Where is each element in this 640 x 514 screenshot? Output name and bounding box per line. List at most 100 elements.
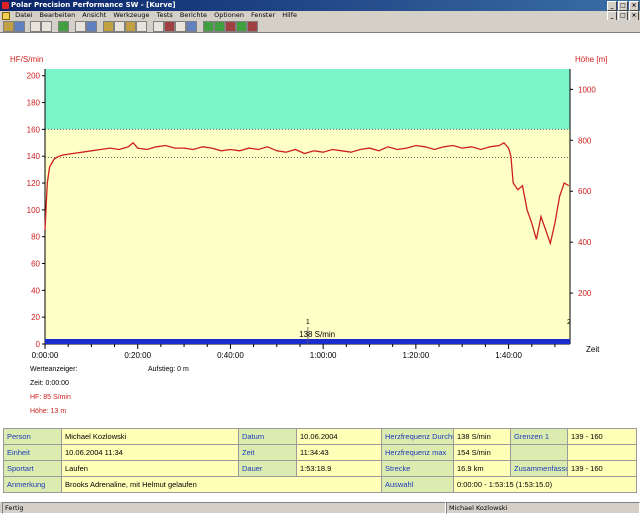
value-hf-max[interactable]: 154 S/min — [453, 444, 511, 461]
zone-above — [45, 69, 570, 130]
marker-label: 138 S/min — [299, 330, 335, 339]
transfer-icon[interactable] — [86, 21, 97, 32]
folder-icon[interactable] — [103, 21, 114, 32]
label-empty — [510, 444, 568, 461]
menu-bearbeiten[interactable]: Bearbeiten — [40, 11, 76, 19]
bar-chart-4-icon[interactable] — [236, 21, 247, 32]
x-tick-label: 1:00:00 — [310, 351, 337, 360]
window-icon[interactable] — [75, 21, 86, 32]
table-row: Anmerkung Brooks Adrenaline, mit Helmut … — [3, 476, 637, 493]
zoom-out-icon[interactable] — [175, 21, 186, 32]
bar-chart-2-icon[interactable] — [214, 21, 225, 32]
y-right-tick-label: 400 — [578, 238, 592, 247]
chart-icon[interactable] — [114, 21, 125, 32]
save-icon[interactable] — [14, 21, 25, 32]
y-tick-label: 120 — [27, 179, 41, 188]
value-zusammenfassung[interactable]: 139 - 160 — [567, 460, 637, 477]
x-tick-label: 1:40:00 — [495, 351, 522, 360]
x-tick-label: 0:20:00 — [124, 351, 151, 360]
y-tick-label: 160 — [27, 125, 41, 134]
open-icon[interactable] — [3, 21, 14, 32]
lap-marker-2: 2 — [567, 319, 571, 326]
globe-icon[interactable] — [58, 21, 69, 32]
menu-hilfe[interactable]: Hilfe — [282, 11, 297, 19]
value-datum[interactable]: 10.06.2004 — [296, 428, 382, 445]
y-tick-label: 20 — [31, 313, 40, 322]
menu-ansicht[interactable]: Ansicht — [82, 11, 106, 19]
print-icon[interactable] — [30, 21, 41, 32]
y-tick-label: 40 — [31, 286, 40, 295]
label-anmerkung: Anmerkung — [3, 476, 62, 493]
y-right-tick-label: 1000 — [578, 85, 596, 94]
zoom-icon[interactable] — [153, 21, 164, 32]
y-tick-label: 60 — [31, 260, 40, 269]
value-auswahl[interactable]: 0:00:00 - 1:53:15 (1:53:15.0) — [453, 476, 637, 493]
status-bar: Fertig Michael Kozlowski — [0, 501, 640, 514]
close-button[interactable]: × — [629, 1, 639, 11]
zoom-reset-icon[interactable] — [186, 21, 197, 32]
menu-tests[interactable]: Tests — [157, 11, 173, 19]
aufstieg-value: Aufstieg: 0 m — [148, 366, 189, 373]
value-einheit[interactable]: 10.06.2004 11:34 — [61, 444, 239, 461]
status-text: Fertig — [2, 502, 446, 514]
x-axis-label: Zeit — [586, 345, 600, 354]
hr-chart: 0 20 40 60 80 100 120 140 160 180 200 200 400 600 800 1… — [10, 55, 607, 360]
value-strecke[interactable]: 16.9 km — [453, 460, 511, 477]
menu-fenster[interactable]: Fenster — [251, 11, 275, 19]
y-right-axis-label: Höhe [m] — [575, 55, 607, 64]
label-grenzen: Grenzen 1 — [510, 428, 568, 445]
value-grenzen[interactable]: 139 - 160 — [567, 428, 637, 445]
x-tick-label: 1:20:00 — [403, 351, 430, 360]
menu-optionen[interactable]: Optionen — [214, 11, 244, 19]
value-person[interactable]: Michael Kozlowski — [61, 428, 239, 445]
table-row: Einheit 10.06.2004 11:34 Zeit 11:34:43 H… — [3, 444, 637, 461]
menu-berichte[interactable]: Berichte — [180, 11, 207, 19]
hoehe-value: Höhe: 13 m — [30, 408, 67, 415]
status-user: Michael Kozlowski — [446, 502, 640, 514]
bar-chart-3-icon[interactable] — [225, 21, 236, 32]
document-icon[interactable] — [2, 12, 10, 20]
label-person: Person — [3, 428, 62, 445]
value-anmerkung[interactable]: Brooks Adrenaline, mit Helmut gelaufen — [61, 476, 382, 493]
y-tick-label: 80 — [31, 233, 40, 242]
print-preview-icon[interactable] — [41, 21, 52, 32]
menu-werkzeuge[interactable]: Werkzeuge — [113, 11, 149, 19]
title-bar: Polar Precision Performance SW - [Kurve]… — [0, 0, 640, 11]
value-empty[interactable] — [567, 444, 637, 461]
y-right-tick-label: 200 — [578, 289, 592, 298]
label-datum: Datum — [238, 428, 297, 445]
y-right-tick-label: 600 — [578, 187, 592, 196]
lap-marker-1: 1 — [306, 319, 310, 326]
label-hf-avg: Herzfrequenz Durchschn. — [381, 428, 454, 445]
zoom-in-icon[interactable] — [164, 21, 175, 32]
menu-bar: Datei Bearbeiten Ansicht Werkzeuge Tests… — [0, 11, 640, 21]
label-zusammenfassung: Zusammenfassung — [510, 460, 568, 477]
y-tick-label: 0 — [36, 340, 41, 349]
zeit-value: Zeit: 0:00:00 — [30, 380, 69, 387]
y-tick-label: 100 — [27, 206, 41, 215]
minimize-button[interactable]: _ — [607, 1, 617, 11]
bar-chart-5-icon[interactable] — [247, 21, 258, 32]
table-row: Sportart Laufen Dauer 1:53:18.9 Strecke … — [3, 460, 637, 477]
maximize-button[interactable]: □ — [618, 1, 628, 11]
toolbar — [0, 20, 640, 33]
zone-below — [45, 129, 570, 344]
hf-value: HF: 85 S/min — [30, 394, 71, 401]
label-auswahl: Auswahl — [381, 476, 454, 493]
value-hf-avg[interactable]: 138 S/min — [453, 428, 511, 445]
y-tick-label: 180 — [27, 99, 41, 108]
value-dauer[interactable]: 1:53:18.9 — [296, 460, 382, 477]
label-strecke: Strecke — [381, 460, 454, 477]
calendar-icon[interactable] — [125, 21, 136, 32]
value-zeit[interactable]: 11:34:43 — [296, 444, 382, 461]
y-right-tick-label: 800 — [578, 136, 592, 145]
menu-datei[interactable]: Datei — [15, 11, 32, 19]
polar-app-icon — [2, 2, 9, 9]
y-axis-label: HF/S/min — [10, 55, 43, 64]
label-hf-max: Herzfrequenz max — [381, 444, 454, 461]
value-sportart[interactable]: Laufen — [61, 460, 239, 477]
table-icon[interactable] — [136, 21, 147, 32]
werteanzeiger-title: Werteanzeiger: — [30, 366, 78, 373]
y-tick-label: 140 — [27, 152, 41, 161]
bar-chart-icon[interactable] — [203, 21, 214, 32]
